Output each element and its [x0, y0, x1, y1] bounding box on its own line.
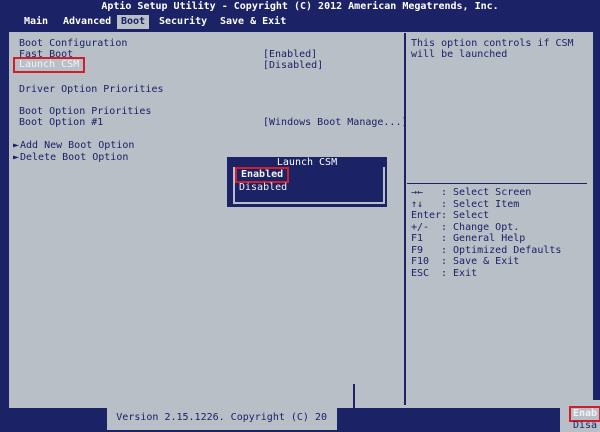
- menu-main[interactable]: Main: [24, 15, 48, 29]
- frame-line: [353, 384, 355, 412]
- key-esc-action: : Exit: [441, 268, 478, 279]
- launch-csm-value[interactable]: [Disabled]: [263, 60, 323, 72]
- key-select-screen-action: : Select Screen: [441, 187, 532, 198]
- version-text: Version 2.15.1226. Copyright (C) 20: [116, 412, 327, 423]
- add-boot-arrow-icon: ►: [13, 140, 20, 151]
- delete-boot-arrow-icon: ►: [13, 152, 20, 163]
- menu-advanced[interactable]: Advanced: [63, 15, 111, 29]
- help-line-2: will be launched: [411, 49, 508, 60]
- boot-option-1-value[interactable]: [Windows Boot Manage...]: [263, 117, 408, 129]
- boot-option-1-label[interactable]: Boot Option #1: [19, 117, 103, 129]
- key-select-screen: →←: [411, 187, 424, 198]
- help-separator: [407, 183, 587, 184]
- panel-divider: [404, 33, 406, 405]
- key-enter-action: : Select: [441, 210, 490, 221]
- title-text: Aptio Setup Utility - Copyright (C) 2012…: [101, 1, 499, 12]
- popup-option-enabled[interactable]: Enabled: [235, 167, 290, 183]
- add-new-boot-option[interactable]: Add New Boot Option: [20, 140, 134, 152]
- delete-boot-option[interactable]: Delete Boot Option: [20, 152, 128, 164]
- key-enter: Enter: [411, 210, 442, 221]
- key-f1-action: : General Help: [441, 233, 526, 244]
- key-f10: F10: [411, 256, 430, 267]
- key-f1: F1: [411, 233, 424, 244]
- menu-save-exit[interactable]: Save & Exit: [220, 15, 286, 29]
- driver-option-priorities: Driver Option Priorities: [19, 84, 164, 95]
- launch-csm-label[interactable]: Launch CSM: [13, 57, 86, 73]
- menu-security[interactable]: Security: [159, 15, 207, 29]
- key-esc: ESC: [411, 268, 430, 279]
- key-f10-action: : Save & Exit: [441, 256, 520, 267]
- popup-option-disabled[interactable]: Disabled: [239, 182, 287, 194]
- menu-boot[interactable]: Boot: [117, 15, 150, 29]
- corner-option-disabled: Disa: [573, 420, 598, 431]
